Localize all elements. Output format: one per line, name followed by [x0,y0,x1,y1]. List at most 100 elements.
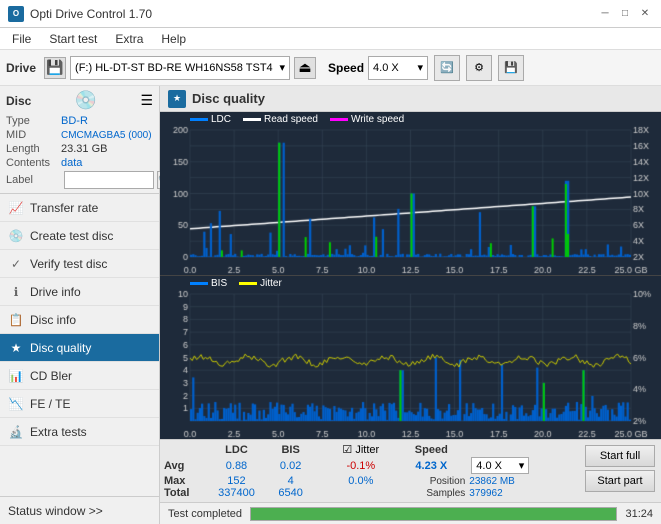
jitter-col-label: Jitter [355,444,379,456]
sidebar-item-drive-info[interactable]: ℹ Drive info [0,278,159,306]
toolbar: Drive 💾 (F:) HL-DT-ST BD-RE WH16NS58 TST… [0,50,661,86]
start-full-button[interactable]: Start full [585,445,655,467]
dq-icon: ★ [168,90,186,108]
legend-ldc-label: LDC [211,114,231,125]
jitter-checkbox[interactable]: ☑ [342,444,352,456]
settings-button[interactable]: ⚙ [466,55,492,81]
disc-label-input[interactable] [64,171,154,189]
stats-avg-jitter: -0.1% [328,456,393,475]
status-window-button[interactable]: Status window >> [0,496,159,524]
disc-length-row: Length 23.31 GB [6,143,153,155]
disc-info-icon: 📋 [8,313,24,327]
disc-type-row: Type BD-R [6,115,153,127]
speed-select-cell: 4.0 X ▾ [469,456,579,475]
legend-ldc-color [190,118,208,121]
sidebar-label-disc-info: Disc info [30,313,76,327]
sidebar: Disc 💿 ☰ Type BD-R MID CMCMAGBA5 (000) L… [0,86,160,524]
speed-select[interactable]: 4.0 X ▾ [471,457,529,474]
dq-header: ★ Disc quality [160,86,661,112]
samples-value: 379962 [469,487,579,499]
sidebar-label-create-test-disc: Create test disc [30,229,113,243]
col-ldc: LDC [204,443,269,456]
legend-bis: BIS [190,278,227,289]
progress-fill [251,508,616,520]
legend-write-label: Write speed [351,114,404,125]
legend-bis-label: BIS [211,278,227,289]
disc-quality-icon: ★ [8,341,24,355]
speed-dropdown[interactable]: 4.0 X ▾ [368,56,428,80]
app-icon: O [8,6,24,22]
sidebar-label-verify-test-disc: Verify test disc [30,257,107,271]
content-area: ★ Disc quality LDC Read speed [160,86,661,524]
sidebar-item-create-test-disc[interactable]: 💿 Create test disc [0,222,159,250]
sidebar-label-transfer-rate: Transfer rate [30,201,98,215]
close-button[interactable]: ✕ [637,6,653,22]
disc-menu-icon[interactable]: ☰ [140,92,153,109]
disc-label-label: Label [6,174,61,186]
drive-dropdown[interactable]: (F:) HL-DT-ST BD-RE WH16NS58 TST4 ▾ [70,56,290,80]
bottom-chart [160,276,661,439]
stats-avg-bis: 0.02 [269,456,312,475]
progress-bar [250,507,617,521]
stats-header-row: LDC BIS ☑ Jitter Speed [164,443,579,456]
menu-help[interactable]: Help [153,30,194,48]
save-button[interactable]: 💾 [498,55,524,81]
menu-extra[interactable]: Extra [107,30,151,48]
legend-jitter: Jitter [239,278,282,289]
col-bis: BIS [269,443,312,456]
app-title: Opti Drive Control 1.70 [30,7,152,21]
minimize-button[interactable]: ─ [597,6,613,22]
speed-label: Speed [328,61,364,75]
disc-label-row: Label 🔍 [6,171,153,189]
stats-speed-display: 4.23 X [393,456,469,475]
disc-type-value: BD-R [61,115,88,127]
sidebar-item-disc-quality[interactable]: ★ Disc quality [0,334,159,362]
legend-jitter-label: Jitter [260,278,282,289]
position-label: Position [393,475,469,487]
legend-read-color [243,118,261,121]
sidebar-label-fe-te: FE / TE [30,397,70,411]
sidebar-item-disc-info[interactable]: 📋 Disc info [0,306,159,334]
stats-table: LDC BIS ☑ Jitter Speed Avg [164,443,579,499]
position-value: 23862 MB [469,475,579,487]
eject-button[interactable]: ⏏ [294,57,316,79]
stats-total-label: Total [164,487,204,499]
sidebar-label-drive-info: Drive info [30,285,81,299]
sidebar-item-transfer-rate[interactable]: 📈 Transfer rate [0,194,159,222]
stats-max-jitter: 0.0% [328,475,393,487]
disc-header: Disc 💿 ☰ [6,90,153,111]
menu-file[interactable]: File [4,30,39,48]
start-part-button[interactable]: Start part [585,470,655,492]
stats-total-row: Total 337400 6540 Samples 379962 [164,487,579,499]
disc-contents-row: Contents data [6,157,153,169]
disc-contents-label: Contents [6,157,61,169]
maximize-button[interactable]: □ [617,6,633,22]
disc-contents-value: data [61,157,82,169]
sidebar-label-extra-tests: Extra tests [30,425,87,439]
dq-title: Disc quality [192,91,265,106]
stats-max-bis: 4 [269,475,312,487]
stats-max-ldc: 152 [204,475,269,487]
verify-test-disc-icon: ✓ [8,257,24,271]
sidebar-item-verify-test-disc[interactable]: ✓ Verify test disc [0,250,159,278]
transfer-rate-icon: 📈 [8,201,24,215]
sidebar-item-cd-bler[interactable]: 📊 CD Bler [0,362,159,390]
samples-label: Samples [393,487,469,499]
stats-row: LDC BIS ☑ Jitter Speed Avg [164,443,657,499]
menu-start-test[interactable]: Start test [41,30,105,48]
status-bar: Test completed 31:24 [160,502,661,524]
sidebar-item-fe-te[interactable]: 📉 FE / TE [0,390,159,418]
menu-bar: File Start test Extra Help [0,28,661,50]
status-text: Test completed [168,508,242,520]
stats-avg-label: Avg [164,456,204,475]
title-bar-left: O Opti Drive Control 1.70 [8,6,152,22]
disc-panel: Disc 💿 ☰ Type BD-R MID CMCMAGBA5 (000) L… [0,86,159,194]
drive-icon-btn[interactable]: 💾 [44,57,66,79]
sidebar-item-extra-tests[interactable]: 🔬 Extra tests [0,418,159,446]
refresh-button[interactable]: 🔄 [434,55,460,81]
main-layout: Disc 💿 ☰ Type BD-R MID CMCMAGBA5 (000) L… [0,86,661,524]
create-test-disc-icon: 💿 [8,229,24,243]
disc-mid-row: MID CMCMAGBA5 (000) [6,129,153,141]
legend-ldc: LDC [190,114,231,125]
col-speed-label: Speed [393,443,469,456]
